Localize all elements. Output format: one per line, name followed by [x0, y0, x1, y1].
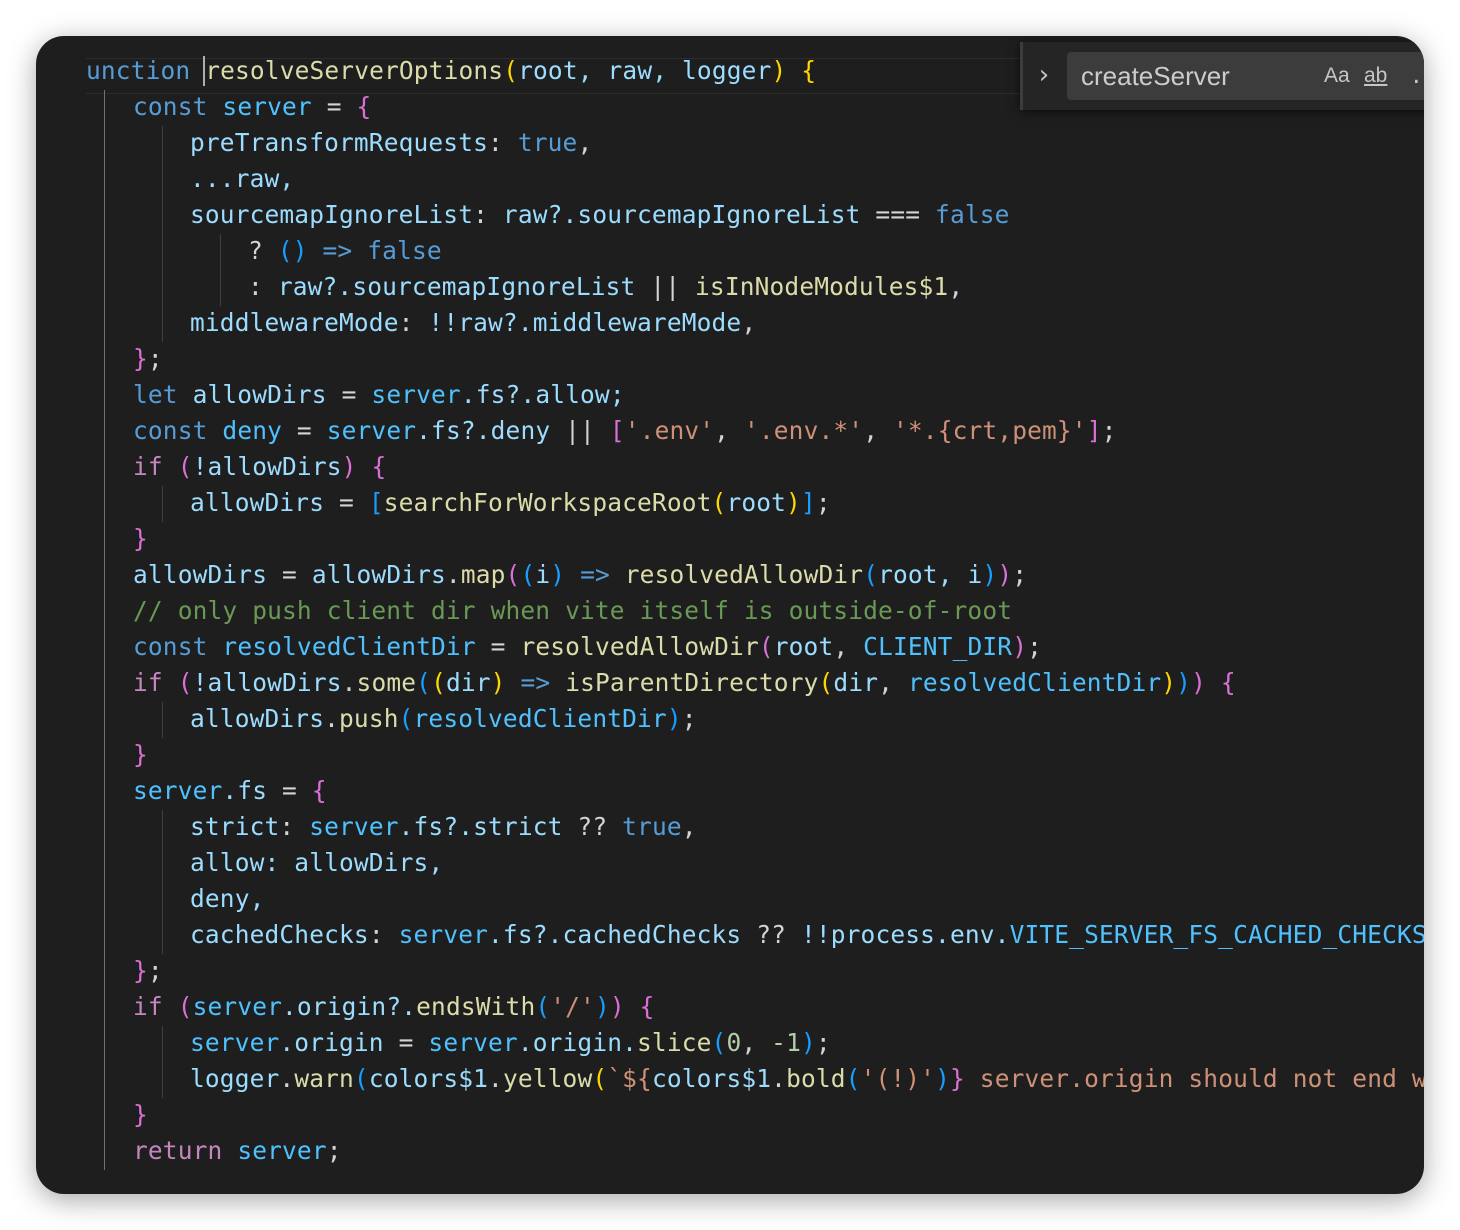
- match-whole-word-icon[interactable]: ab: [1364, 63, 1387, 89]
- code-line: sourcemapIgnoreList: raw?.sourcemapIgnor…: [190, 200, 1010, 229]
- use-regex-icon[interactable]: .*: [1410, 63, 1424, 89]
- indent-guide: [162, 702, 163, 738]
- code-line: server.origin = server.origin.slice(0, -…: [190, 1028, 831, 1057]
- code-line: let allowDirs = server.fs?.allow;: [133, 380, 625, 409]
- code-line: };: [133, 344, 163, 373]
- find-widget: › createServer Aa ab .*: [1020, 42, 1424, 110]
- code-line: const deny = server.fs?.deny || ['.env',…: [133, 416, 1117, 445]
- indent-guide: [162, 126, 163, 342]
- find-query-text: createServer: [1081, 61, 1230, 91]
- code-line: allow: allowDirs,: [190, 848, 444, 877]
- code-line: server.fs = {: [133, 776, 327, 805]
- code-line: deny,: [190, 884, 265, 913]
- params-token: root, raw, logger: [518, 56, 772, 85]
- code-line: ...raw,: [190, 164, 295, 193]
- code-line: preTransformRequests: true,: [190, 128, 593, 157]
- code-line: middlewareMode: !!raw?.middlewareMode,: [190, 308, 757, 337]
- editor-window: unction resolveServerOptions(root, raw, …: [36, 36, 1424, 1194]
- code-line: : raw?.sourcemapIgnoreList || isInNodeMo…: [248, 272, 964, 301]
- code-line: }: [133, 524, 148, 553]
- indent-guide: [220, 234, 221, 306]
- find-input[interactable]: createServer Aa ab .*: [1067, 52, 1424, 100]
- code-line: allowDirs = allowDirs.map((i) => resolve…: [133, 560, 1028, 589]
- indent-guide: [104, 90, 105, 1170]
- code-line: allowDirs = [searchForWorkspaceRoot(root…: [190, 488, 831, 517]
- code-line: const server = {: [133, 92, 372, 121]
- code-line: unction resolveServerOptions(root, raw, …: [86, 56, 817, 85]
- code-line: cachedChecks: server.fs?.cachedChecks ??…: [190, 920, 1424, 949]
- code-line: logger.warn(colors$1.yellow(`${colors$1.…: [190, 1064, 1424, 1093]
- match-case-icon[interactable]: Aa: [1324, 63, 1350, 89]
- indent-guide: [162, 810, 163, 954]
- text-cursor: [203, 56, 205, 86]
- code-comment: // only push client dir when vite itself…: [133, 596, 1013, 625]
- indent-guide: [162, 486, 163, 522]
- code-line: }: [133, 1100, 148, 1129]
- code-line: if (!allowDirs) {: [133, 452, 387, 481]
- code-line: };: [133, 956, 163, 985]
- code-line: strict: server.fs?.strict ?? true,: [190, 812, 697, 841]
- code-line: allowDirs.push(resolvedClientDir);: [190, 704, 697, 733]
- toggle-replace-chevron-icon[interactable]: ›: [1033, 60, 1055, 90]
- keyword-token: unction: [86, 56, 206, 85]
- code-line: ? () => false: [248, 236, 442, 265]
- code-line: const resolvedClientDir = resolvedAllowD…: [133, 632, 1042, 661]
- indent-guide: [162, 1026, 163, 1098]
- code-editor[interactable]: unction resolveServerOptions(root, raw, …: [36, 36, 1424, 1194]
- code-line: if (server.origin?.endsWith('/')) {: [133, 992, 655, 1021]
- code-line: }: [133, 740, 148, 769]
- code-line: if (!allowDirs.some((dir) => isParentDir…: [133, 668, 1236, 697]
- function-name: resolveServerOptions: [205, 56, 504, 85]
- code-line: return server;: [133, 1136, 342, 1165]
